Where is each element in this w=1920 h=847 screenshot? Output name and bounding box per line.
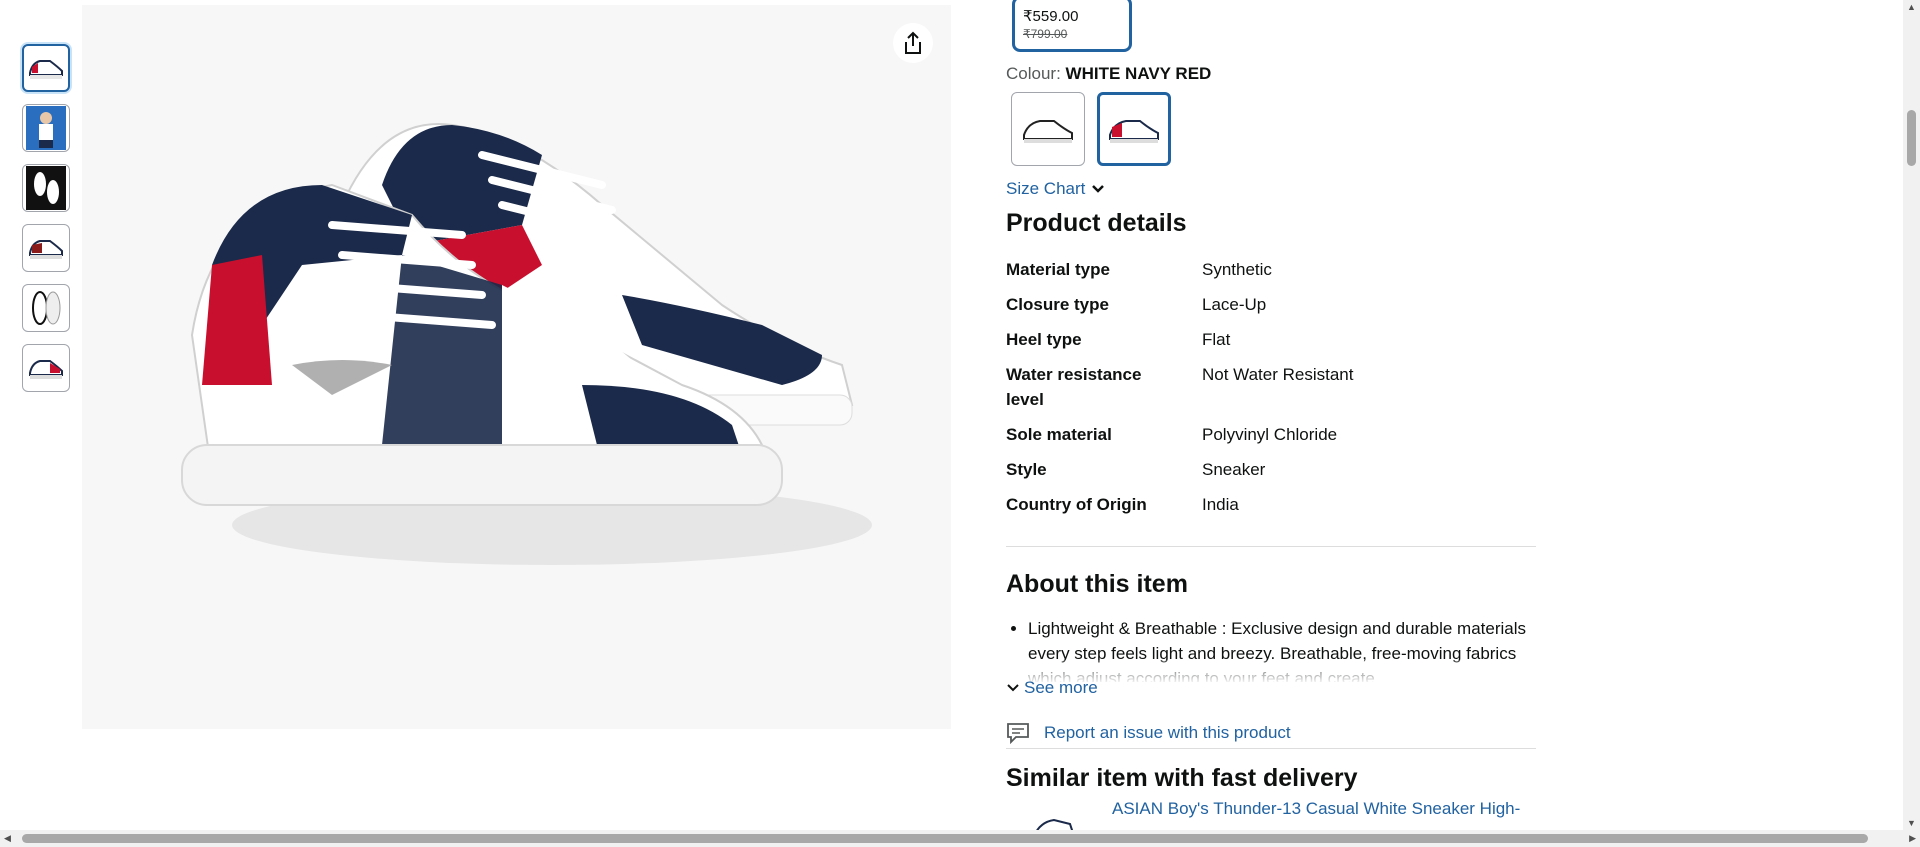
size-chart-label: Size Chart [1006,179,1086,198]
scrollbar-thumb[interactable] [22,834,1868,843]
detail-key: Sole material [1006,425,1112,444]
table-row: Heel type Flat [1006,327,1353,362]
detail-value: Flat [1202,330,1231,349]
feedback-icon [1007,723,1029,744]
chevron-down-icon [1007,684,1019,692]
product-details-heading: Product details [1006,209,1187,237]
thumbnail-3[interactable] [22,164,70,212]
divider [1006,546,1536,547]
detail-value: Sneaker [1202,460,1266,479]
detail-key: Style [1006,460,1047,479]
product-details-table: Material type Synthetic Closure type Lace-… [1006,257,1353,527]
report-issue-label: Report an issue with this product [1044,723,1291,742]
thumbnail-5[interactable] [22,284,70,332]
colour-swatch-white-navy-red[interactable] [1097,92,1171,166]
share-button[interactable] [893,23,933,63]
thumbnail-4[interactable] [22,224,70,272]
original-price: ₹799.00 [1023,27,1068,41]
detail-value: Not Water Resistant [1202,365,1354,384]
detail-key: Country of Origin [1006,495,1147,514]
thumbnail-2[interactable] [22,104,70,152]
detail-key: Closure type [1006,295,1109,314]
colour-swatch-white-black[interactable] [1011,92,1085,166]
colour-label-row: Colour: WHITE NAVY RED [1006,64,1211,84]
current-price: ₹559.00 [1023,8,1079,25]
similar-item-title[interactable]: ASIAN Boy's Thunder-13 Casual White Snea… [1112,799,1520,819]
divider [1006,748,1536,749]
detail-value: Lace-Up [1202,295,1267,314]
detail-key: Water resistance level [1006,365,1142,409]
detail-value: Synthetic [1202,260,1272,279]
chevron-down-icon [1092,185,1105,193]
table-row: Country of Origin India [1006,492,1353,527]
detail-key: Heel type [1006,330,1082,349]
see-more-link[interactable]: See more [1006,678,1098,698]
vertical-scrollbar[interactable]: ▲ ▼ [1903,0,1920,830]
scrollbar-thumb[interactable] [1907,110,1916,166]
size-option-card[interactable]: ₹559.00 ₹799.00 [1012,0,1132,52]
see-more-label: See more [1024,678,1098,697]
table-row: Material type Synthetic [1006,257,1353,292]
table-row: Closure type Lace-Up [1006,292,1353,327]
scroll-up-icon[interactable]: ▲ [1907,2,1916,12]
thumbnail-6[interactable] [22,344,70,392]
report-issue-link[interactable]: Report an issue with this product [1006,722,1291,744]
colour-label: Colour: [1006,64,1061,83]
colour-value: WHITE NAVY RED [1065,64,1212,83]
about-heading: About this item [1006,570,1188,598]
table-row: Style Sneaker [1006,457,1353,492]
main-product-image[interactable] [82,5,951,729]
detail-value: India [1202,495,1239,514]
similar-heading: Similar item with fast delivery [1006,764,1358,792]
horizontal-scrollbar[interactable]: ◀ ▶ [0,830,1920,847]
thumbnail-1[interactable] [22,44,70,92]
sneaker-illustration [181,123,872,565]
size-chart-link[interactable]: Size Chart [1006,179,1105,199]
share-icon [905,31,921,54]
table-row: Water resistance level Not Water Resistan… [1006,362,1353,422]
thumbnail-strip [22,44,74,404]
scroll-left-icon[interactable]: ◀ [4,833,11,844]
detail-key: Material type [1006,260,1110,279]
detail-value: Polyvinyl Chloride [1202,425,1338,444]
table-row: Sole material Polyvinyl Chloride [1006,422,1353,457]
scroll-right-icon[interactable]: ▶ [1909,833,1916,844]
scroll-down-icon[interactable]: ▼ [1907,818,1916,828]
